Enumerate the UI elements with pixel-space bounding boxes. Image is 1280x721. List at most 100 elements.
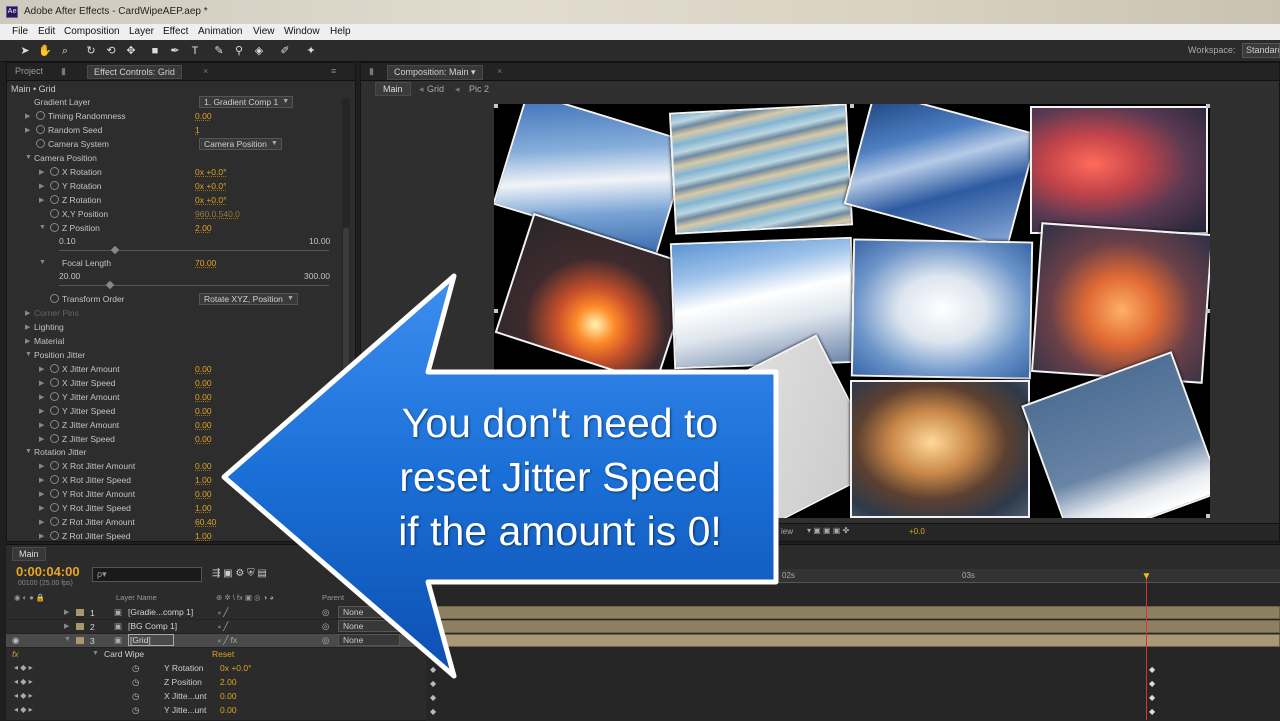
expand-triangle-icon[interactable]: ▶ xyxy=(39,476,47,484)
stopwatch-icon[interactable] xyxy=(36,111,45,120)
menu-file[interactable]: File xyxy=(12,26,28,37)
stopwatch-icon[interactable] xyxy=(36,139,45,148)
property-value[interactable]: 960.0,540.0 xyxy=(195,209,240,219)
pan-behind-tool-icon[interactable]: ✥ xyxy=(124,44,138,58)
expand-triangle-icon[interactable]: ▶ xyxy=(39,518,47,526)
stopwatch-icon[interactable] xyxy=(50,489,59,498)
collapse-triangle-icon[interactable]: ▼ xyxy=(25,351,33,358)
keyframe-icon[interactable]: ◆ xyxy=(1149,707,1155,716)
roto-brush-tool-icon[interactable]: ✐ xyxy=(278,44,292,58)
tab-project[interactable]: Project xyxy=(15,66,43,76)
eraser-tool-icon[interactable]: ◈ xyxy=(252,44,266,58)
breadcrumb-main[interactable]: Main xyxy=(375,82,411,96)
keyframe-icon[interactable]: ◆ xyxy=(1149,665,1155,674)
collapse-triangle-icon[interactable]: ▼ xyxy=(92,650,99,657)
hand-tool-icon[interactable]: ✋ xyxy=(38,44,52,58)
expand-triangle-icon[interactable]: ▶ xyxy=(39,435,47,443)
property-value[interactable]: 0.00 xyxy=(220,705,237,715)
collapse-triangle-icon[interactable]: ▼ xyxy=(39,224,47,231)
fx-toggle-icon[interactable]: fx xyxy=(12,649,19,659)
expand-triangle-icon[interactable]: ▶ xyxy=(25,337,33,345)
breadcrumb-pic2[interactable]: Pic 2 xyxy=(469,84,489,94)
keyframe-navigator-icon[interactable]: ◂ ◆ ▸ xyxy=(14,705,33,714)
clone-stamp-tool-icon[interactable]: ⚲ xyxy=(232,44,246,58)
property-value[interactable]: 0x +0.0° xyxy=(195,181,227,191)
stopwatch-icon[interactable] xyxy=(50,223,59,232)
property-value[interactable]: 0.00 xyxy=(195,420,212,430)
menu-edit[interactable]: Edit xyxy=(38,26,55,37)
expand-triangle-icon[interactable]: ▶ xyxy=(39,379,47,387)
stopwatch-icon[interactable] xyxy=(50,406,59,415)
close-tab-icon[interactable]: × xyxy=(497,66,502,76)
property-value[interactable]: 70.00 xyxy=(195,258,216,268)
expand-triangle-icon[interactable]: ▶ xyxy=(39,168,47,176)
collapse-triangle-icon[interactable]: ▼ xyxy=(25,448,33,455)
layer-name[interactable]: [Grid] xyxy=(128,634,174,646)
stopwatch-icon[interactable]: ◷ xyxy=(132,691,139,702)
layer-handle[interactable] xyxy=(1206,104,1210,108)
property-value[interactable]: 1.00 xyxy=(195,475,212,485)
stopwatch-icon[interactable]: ◷ xyxy=(132,663,139,674)
eye-icon[interactable]: ◉ xyxy=(12,635,19,646)
stopwatch-icon[interactable] xyxy=(50,434,59,443)
stopwatch-icon[interactable] xyxy=(50,181,59,190)
camera-orbit-tool-icon[interactable]: ⟲ xyxy=(104,44,118,58)
menu-help[interactable]: Help xyxy=(330,26,351,37)
viewer-buttons[interactable]: ▾ ▣ ▣ ▣ ✤ xyxy=(807,526,849,535)
expand-triangle-icon[interactable]: ▶ xyxy=(39,407,47,415)
property-value[interactable]: 0.00 xyxy=(195,392,212,402)
layer-label-color[interactable] xyxy=(76,637,84,644)
stopwatch-icon[interactable] xyxy=(50,461,59,470)
stopwatch-icon[interactable] xyxy=(50,531,59,540)
expand-triangle-icon[interactable]: ▶ xyxy=(39,365,47,373)
effect-name[interactable]: Card Wipe xyxy=(104,649,144,659)
menu-effect[interactable]: Effect xyxy=(163,26,188,37)
tab-effect-controls[interactable]: Effect Controls: Grid xyxy=(87,65,182,79)
current-time-display[interactable]: 0:00:04:00 xyxy=(16,564,80,579)
timeline-search-input[interactable]: ρ▾ xyxy=(92,567,202,582)
property-value[interactable]: 0.00 xyxy=(220,691,237,701)
expand-triangle-icon[interactable]: ▶ xyxy=(39,504,47,512)
property-value[interactable]: 60.40 xyxy=(195,517,216,527)
menu-window[interactable]: Window xyxy=(284,26,320,37)
pen-tool-icon[interactable]: ✒ xyxy=(168,44,182,58)
tab-timeline-main[interactable]: Main xyxy=(12,547,46,561)
stopwatch-icon[interactable] xyxy=(50,392,59,401)
stopwatch-icon[interactable] xyxy=(36,125,45,134)
property-value[interactable]: 0.00 xyxy=(195,406,212,416)
expand-triangle-icon[interactable]: ▶ xyxy=(64,608,69,616)
property-value[interactable]: 0x +0.0° xyxy=(195,195,227,205)
stopwatch-icon[interactable] xyxy=(50,378,59,387)
type-tool-icon[interactable]: T xyxy=(188,44,202,58)
stopwatch-icon[interactable] xyxy=(50,503,59,512)
lock-icon[interactable]: ▮ xyxy=(61,66,66,77)
collapse-triangle-icon[interactable]: ▼ xyxy=(64,636,71,643)
layer-name[interactable]: [BG Comp 1] xyxy=(128,621,177,631)
stopwatch-icon[interactable]: ◷ xyxy=(132,705,139,716)
stopwatch-icon[interactable]: ◷ xyxy=(132,677,139,688)
camera-system-dropdown[interactable]: Camera Position ▼ xyxy=(199,138,282,150)
property-value[interactable]: 0.00 xyxy=(195,434,212,444)
tab-composition[interactable]: Composition: Main ▾ xyxy=(387,65,483,80)
layer-name[interactable]: [Gradie...comp 1] xyxy=(128,607,193,617)
selection-tool-icon[interactable]: ➤ xyxy=(18,44,32,58)
expand-triangle-icon[interactable]: ▶ xyxy=(39,196,47,204)
expand-triangle-icon[interactable]: ▶ xyxy=(39,393,47,401)
expand-triangle-icon[interactable]: ▶ xyxy=(25,112,33,120)
menu-layer[interactable]: Layer xyxy=(129,26,154,37)
stopwatch-icon[interactable] xyxy=(50,364,59,373)
puppet-pin-tool-icon[interactable]: ✦ xyxy=(304,44,318,58)
layer-handle[interactable] xyxy=(850,104,854,108)
property-value[interactable]: 0x +0.0° xyxy=(195,167,227,177)
stopwatch-icon[interactable] xyxy=(50,517,59,526)
keyframe-icon[interactable]: ◆ xyxy=(430,707,436,716)
rotate-tool-icon[interactable]: ↻ xyxy=(84,44,98,58)
brush-tool-icon[interactable]: ✎ xyxy=(212,44,226,58)
menu-composition[interactable]: Composition xyxy=(64,26,120,37)
expand-triangle-icon[interactable]: ▶ xyxy=(64,622,69,630)
expand-triangle-icon[interactable]: ▶ xyxy=(39,421,47,429)
property-value[interactable]: 0.00 xyxy=(195,378,212,388)
rectangle-tool-icon[interactable]: ■ xyxy=(148,44,162,58)
playhead-handle-icon[interactable]: ▼ xyxy=(1141,572,1152,583)
expand-triangle-icon[interactable]: ▶ xyxy=(39,182,47,190)
